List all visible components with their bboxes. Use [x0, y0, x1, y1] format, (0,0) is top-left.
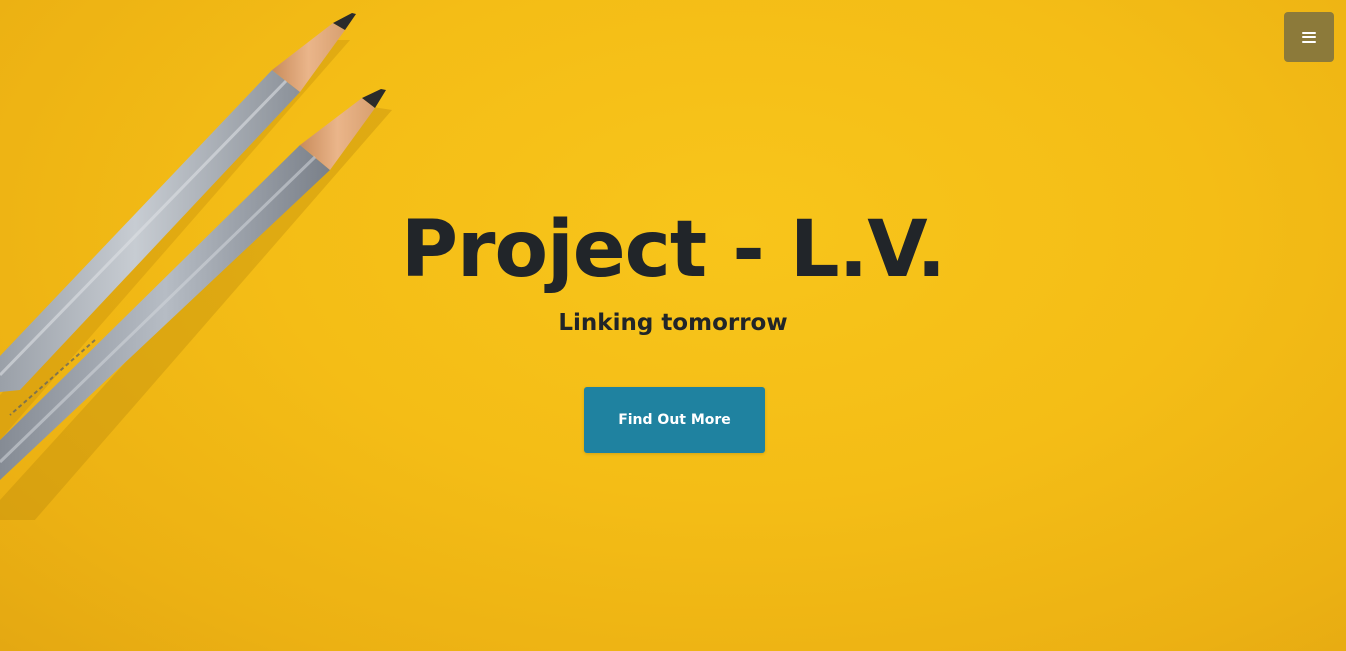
- page-subtitle: Linking tomorrow: [558, 310, 788, 336]
- hamburger-menu-icon: [1302, 31, 1316, 43]
- find-out-more-button[interactable]: Find Out More: [584, 387, 765, 453]
- page-title: Project - L.V.: [400, 205, 946, 295]
- menu-toggle-button[interactable]: [1284, 12, 1334, 62]
- hero-section: Project - L.V. Linking tomorrow Find Out…: [0, 0, 1346, 651]
